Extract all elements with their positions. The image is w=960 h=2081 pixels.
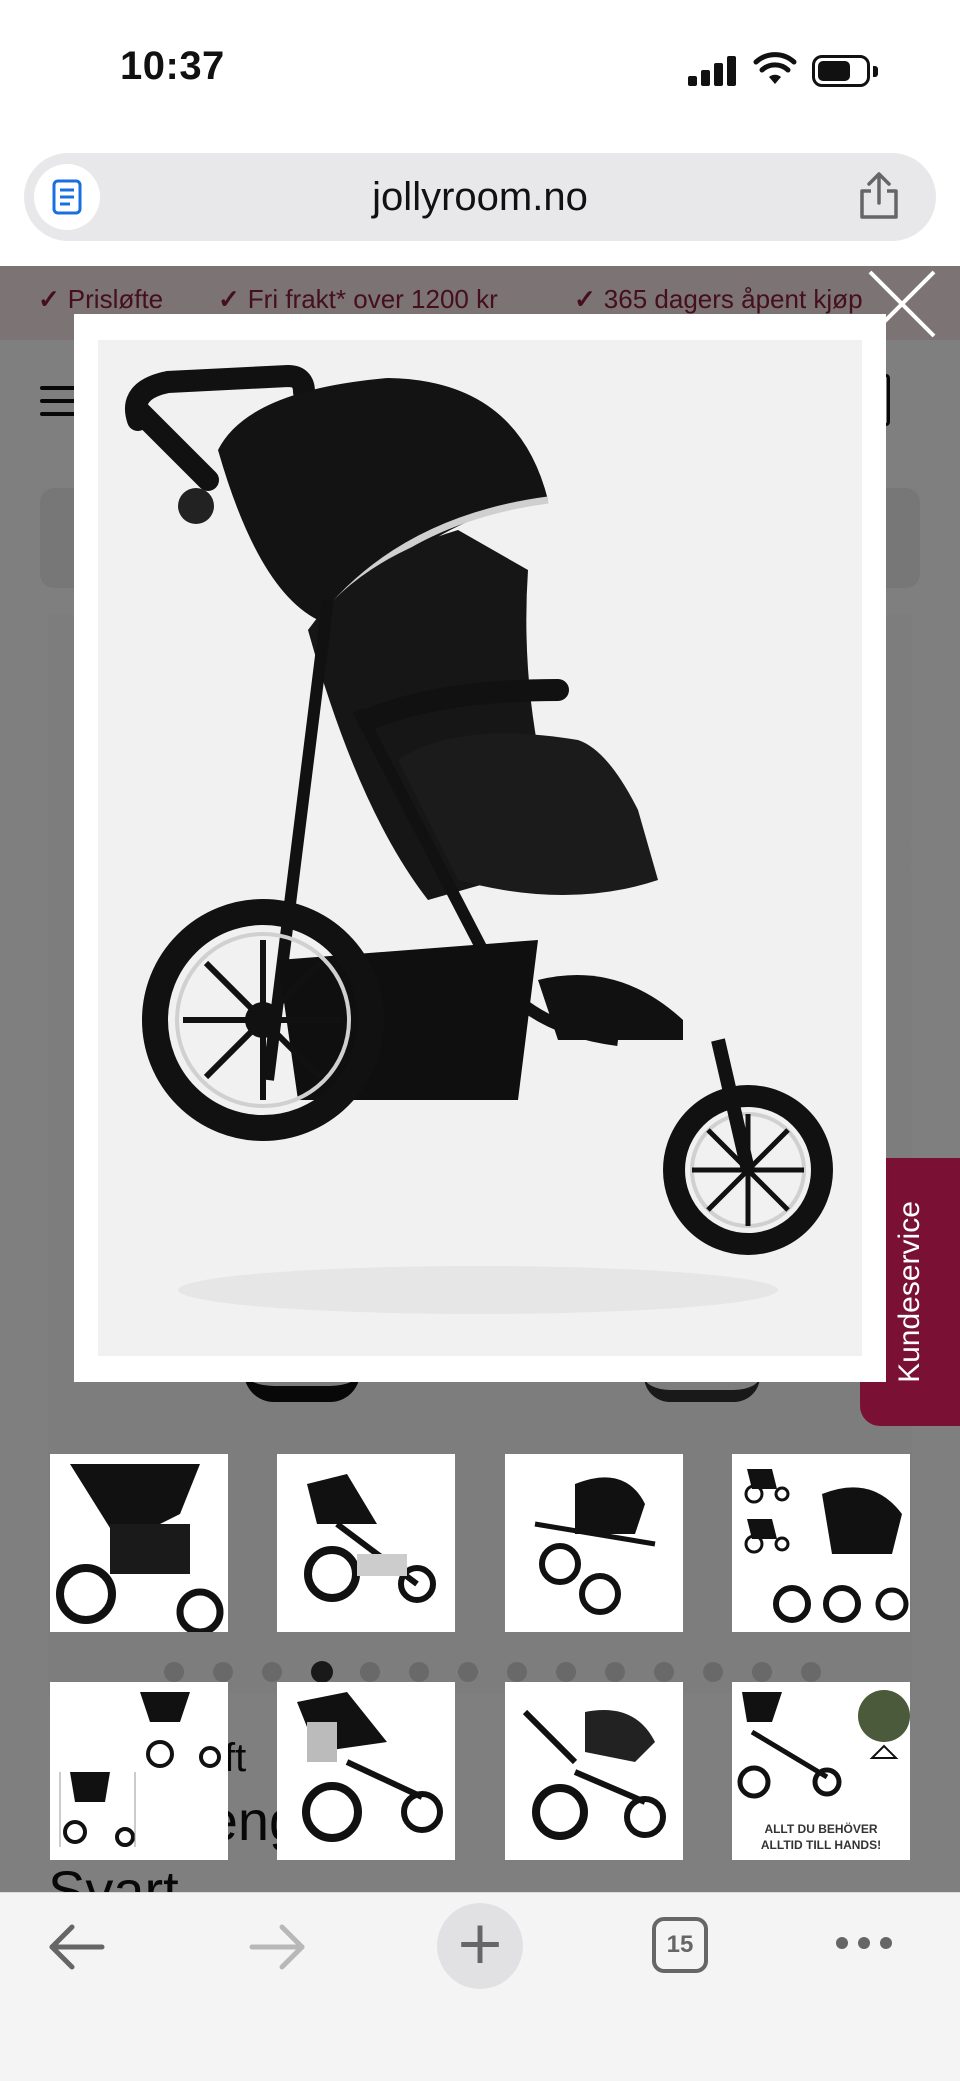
thumbnail[interactable]: ALLT DU BEHÖVER ALLTID TILL HANDS! xyxy=(732,1682,910,1860)
stroller-illustration xyxy=(125,364,833,1314)
cellular-signal-icon xyxy=(688,56,736,86)
thumbnail-caption: ALLTID TILL HANDS! xyxy=(760,1838,882,1852)
image-lightbox xyxy=(74,314,886,1382)
battery-icon xyxy=(812,55,878,87)
browser-toolbar: + 15 xyxy=(0,1892,960,2081)
thumbnail[interactable] xyxy=(277,1454,455,1632)
forward-arrow-icon[interactable] xyxy=(248,1921,308,1973)
status-time: 10:37 xyxy=(120,44,225,88)
thumbnail-caption: ALLT DU BEHÖVER xyxy=(764,1822,878,1836)
thumbnail[interactable] xyxy=(505,1454,683,1632)
product-image-large xyxy=(98,340,862,1356)
tabs-button[interactable]: 15 xyxy=(652,1917,708,1973)
more-icon[interactable] xyxy=(836,1937,892,1951)
thumbnail[interactable] xyxy=(50,1454,228,1632)
back-arrow-icon[interactable] xyxy=(46,1921,106,1973)
thumbnail[interactable] xyxy=(732,1454,910,1632)
url-text[interactable]: jollyroom.no xyxy=(24,175,936,220)
new-tab-icon: + xyxy=(454,1908,506,1978)
share-icon[interactable] xyxy=(856,171,902,221)
thumbnail[interactable] xyxy=(505,1682,683,1860)
thumbnail[interactable] xyxy=(50,1682,228,1860)
wifi-icon xyxy=(753,52,797,84)
new-tab-button[interactable]: + xyxy=(437,1903,523,1989)
thumbnail[interactable] xyxy=(277,1682,455,1860)
status-bar: 10:37 xyxy=(0,0,960,140)
tab-count: 15 xyxy=(666,1931,694,1958)
address-bar[interactable]: jollyroom.no xyxy=(24,153,936,241)
close-icon[interactable] xyxy=(864,266,940,342)
